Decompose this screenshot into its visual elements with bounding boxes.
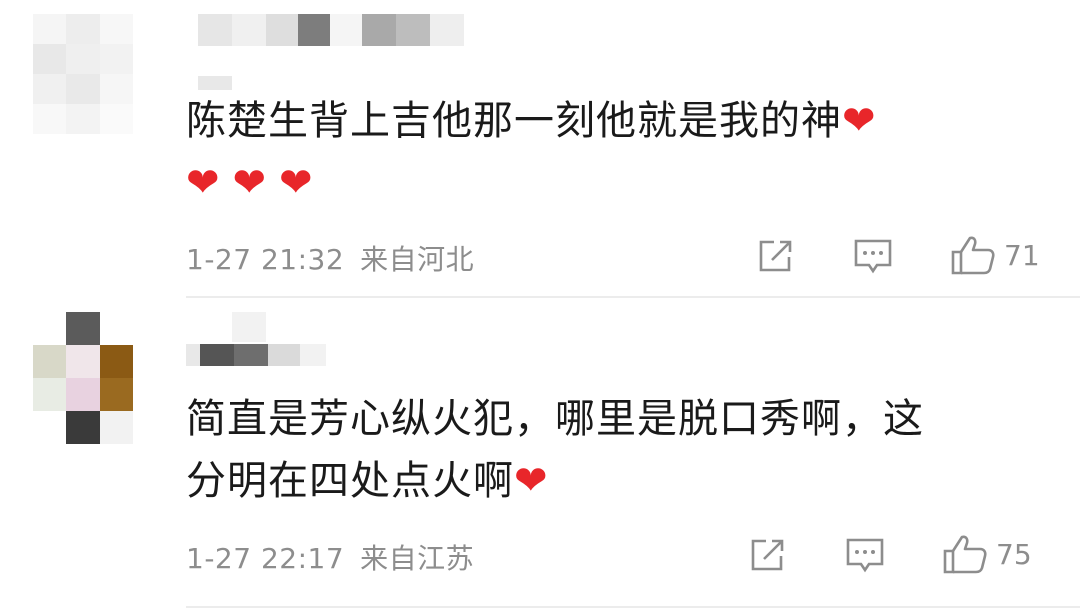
like-count: 75 — [996, 537, 1032, 571]
share-icon — [751, 539, 784, 571]
share-button[interactable] — [756, 238, 794, 274]
comment-text: 简直是芳心纵火犯，哪里是脱口秀啊，这 分明在四处点火啊❤ — [186, 388, 1046, 512]
comment-meta: 1-27 21:32 来自河北 — [186, 238, 474, 278]
heart-emoji-group: ❤ ❤ ❤ — [186, 152, 1046, 214]
like-button[interactable]: 75 — [942, 533, 1032, 575]
timestamp: 1-27 21:32 — [186, 243, 345, 276]
thumbs-up-icon — [951, 236, 995, 275]
thumbs-up-icon — [943, 535, 987, 574]
divider — [186, 296, 1080, 298]
avatar[interactable] — [33, 14, 133, 134]
divider — [186, 606, 1080, 608]
like-count: 71 — [1004, 238, 1040, 272]
heart-emoji: ❤ — [842, 98, 877, 144]
username[interactable] — [186, 344, 326, 366]
comment-meta: 1-27 22:17 来自江苏 — [186, 537, 474, 577]
heart-emoji: ❤ — [232, 160, 268, 206]
comment-item: 陈楚生背上吉他那一刻他就是我的神❤ ❤ ❤ ❤ 1-27 21:32 来自河北 71 — [0, 0, 1080, 298]
share-icon — [759, 240, 792, 272]
username-blur-top — [232, 312, 266, 342]
timestamp: 1-27 22:17 — [186, 542, 345, 575]
comment-content-line2: 分明在四处点火啊 — [186, 458, 514, 504]
username[interactable] — [198, 14, 464, 46]
username-blur-tail — [198, 76, 232, 90]
comment-content: 陈楚生背上吉他那一刻他就是我的神 — [186, 98, 842, 144]
comment-text: 陈楚生背上吉他那一刻他就是我的神❤ ❤ ❤ ❤ — [186, 90, 1046, 214]
heart-emoji: ❤ — [279, 160, 314, 206]
location: 来自江苏 — [360, 542, 475, 575]
heart-emoji: ❤ — [514, 458, 549, 504]
comment-content-line1: 简直是芳心纵火犯，哪里是脱口秀啊，这 — [186, 396, 924, 442]
share-button[interactable] — [748, 537, 786, 573]
like-button[interactable]: 71 — [950, 234, 1040, 276]
comment-button[interactable] — [845, 537, 885, 575]
avatar[interactable] — [33, 312, 133, 444]
comment-button[interactable] — [853, 238, 893, 276]
location: 来自河北 — [360, 243, 475, 276]
comment-icon — [846, 538, 884, 573]
heart-emoji: ❤ — [186, 160, 221, 206]
comment-icon — [854, 239, 892, 274]
